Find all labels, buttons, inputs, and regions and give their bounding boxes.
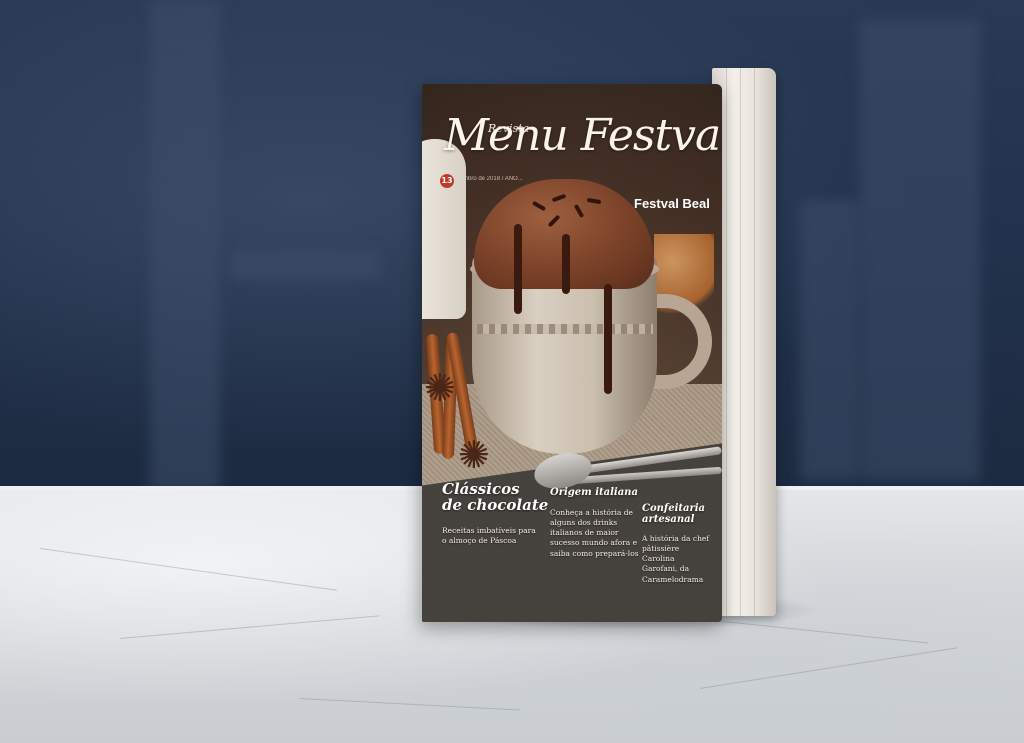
brand-label: Festval Beal [634, 196, 710, 211]
story-title-line: Confeitaria [642, 503, 706, 514]
story-body: Conheça a história de alguns dos drinks … [550, 508, 639, 558]
chocolate-drip [562, 234, 570, 294]
story-body: A história da chef pâtissière Carolina G… [642, 534, 710, 584]
magazine-cover: ✺ ✺ Revista Menu Festval 13 ...mbro de 2… [422, 84, 722, 622]
story-title-line: Origem italiana [550, 487, 638, 498]
marble-vein [39, 548, 338, 591]
magazine-title: Menu Festval [444, 110, 722, 161]
story-title: Clássicos de chocolate [442, 481, 549, 514]
photo-scene: ✺ ✺ Revista Menu Festval 13 ...mbro de 2… [0, 0, 1024, 743]
marble-vein [299, 698, 520, 711]
chocolate-drip [604, 284, 612, 394]
page-edge [740, 68, 741, 616]
star-anise-icon: ✺ [424, 366, 456, 410]
background-shelf [150, 0, 220, 490]
story-title-line: artesanal [642, 513, 695, 525]
marble-vein [699, 647, 957, 689]
background-cabinet [860, 20, 980, 480]
page-edge [754, 68, 755, 616]
background-object [800, 200, 860, 480]
star-anise-icon: ✺ [458, 433, 490, 477]
issue-meta: ...mbro de 2018 / ANO... [458, 176, 523, 182]
milk-pitcher [422, 139, 466, 319]
story-title-line: de chocolate [442, 495, 549, 514]
page-edge [726, 68, 727, 616]
story-title: Origem italiana [550, 487, 638, 499]
story-title: Confeitaria artesanal [642, 503, 706, 525]
marble-vein [119, 615, 380, 639]
mug-pattern [477, 324, 653, 334]
story-body: Receitas imbatíveis para o almoço de Pás… [442, 526, 536, 546]
issue-badge: 13 [440, 174, 454, 188]
background-shelf-board [230, 250, 380, 280]
chocolate-drip [514, 224, 522, 314]
